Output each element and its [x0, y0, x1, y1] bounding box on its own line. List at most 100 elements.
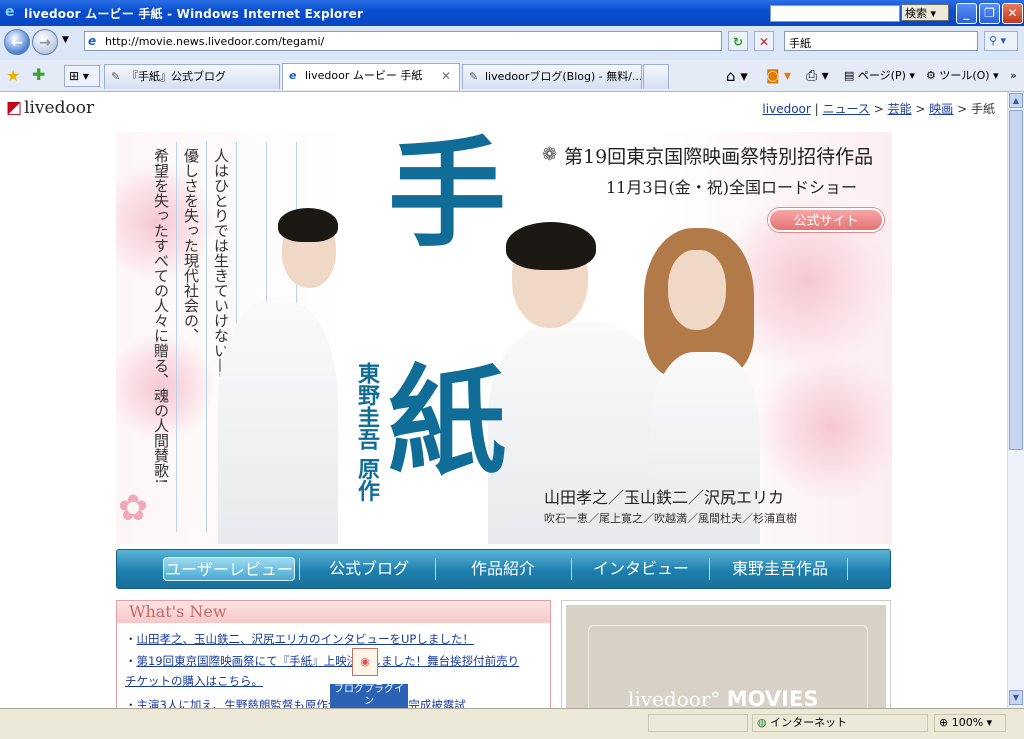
breadcrumb: livedoor | ニュース > 芸能 > 映画 > 手紙: [762, 100, 995, 117]
scroll-thumb[interactable]: [1009, 110, 1023, 450]
status-segment: [648, 714, 748, 732]
news-link[interactable]: 第19回東京国際映画祭にて『手紙』上映決定しました！舞台挨拶付前売り: [137, 654, 520, 668]
feeds-icon[interactable]: ◙ ▾: [766, 66, 791, 86]
refresh-button[interactable]: ↻: [728, 31, 748, 51]
window-title: livedoor ムービー 手紙 - Windows Internet Expl…: [24, 7, 364, 21]
movies-logo: livedoor° MOVIES: [628, 687, 818, 708]
nav-separator: [571, 558, 572, 580]
forward-button[interactable]: →: [32, 29, 58, 55]
tab-livedoor-movie[interactable]: e livedoor ムービー 手紙 ✕: [282, 63, 460, 90]
tab-close-icon[interactable]: ✕: [441, 64, 451, 88]
history-dropdown-icon[interactable]: ▼: [62, 35, 69, 45]
status-text: [4, 714, 644, 732]
livedoor-logo[interactable]: ◩ livedoor: [6, 98, 94, 118]
zoom-icon: ⊕: [939, 716, 949, 729]
back-button[interactable]: ←: [4, 29, 30, 55]
scroll-up-icon[interactable]: ▲: [1009, 93, 1023, 108]
nav-film-intro[interactable]: 作品紹介: [443, 557, 563, 581]
breadcrumb-current: 手紙: [970, 102, 995, 116]
tiff-emblem-icon: ❁: [542, 144, 558, 165]
breadcrumb-movies[interactable]: 映画: [929, 102, 953, 116]
scroll-down-icon[interactable]: ▼: [1009, 690, 1023, 705]
stop-button[interactable]: ✕: [754, 31, 774, 51]
tools-menu-label: ツール(O): [939, 69, 990, 82]
breadcrumb-separator: >: [911, 102, 930, 116]
search-input[interactable]: 手紙: [784, 31, 978, 51]
livedoor-logo-mark-icon: ◩: [6, 98, 23, 118]
new-tab-button[interactable]: [643, 64, 669, 89]
breadcrumb-separator: >: [953, 102, 971, 116]
favorites-star-icon[interactable]: ★: [6, 66, 20, 85]
movies-logo-text: livedoor: [628, 687, 711, 708]
actor-2-hair: [506, 222, 596, 270]
poster-title-kami: 紙: [388, 352, 507, 491]
home-icon[interactable]: ⌂ ▾: [726, 66, 748, 86]
page-content: ◩ livedoor livedoor | ニュース > 芸能 > 映画 > 手紙…: [0, 92, 1007, 708]
official-site-button[interactable]: 公式サイト: [768, 208, 884, 232]
actor-1-hair: [278, 208, 338, 242]
nav-user-review[interactable]: ユーザーレビュー: [163, 557, 295, 581]
nav-separator: [709, 558, 710, 580]
zoom-control[interactable]: ⊕ 100% ▾: [934, 714, 1006, 732]
release-date: 11月3日(金・祝)全国ロードショー: [606, 178, 858, 197]
live-search-button[interactable]: 検索 ▾: [901, 4, 949, 21]
page-menu-label: ページ(P): [857, 69, 906, 82]
page-menu[interactable]: ▤ ページ(P) ▾: [844, 66, 915, 86]
breadcrumb-entertainment[interactable]: 芸能: [888, 102, 912, 116]
actor-3-face: [668, 250, 726, 330]
security-zone[interactable]: ◍ インターネット: [752, 714, 928, 732]
tab-label: 『手紙』公式ブログ: [127, 70, 226, 83]
nav-interview[interactable]: インタビュー: [579, 557, 703, 581]
movie-poster: ✿ 人はひとりでは生きていけない——。 優しさを失った現代社会の、 希望を失った…: [116, 132, 892, 544]
nav-separator: [847, 558, 848, 580]
ie-logo-icon: e: [5, 4, 15, 20]
breadcrumb-separator: >: [869, 102, 888, 116]
nav-separator: [299, 558, 300, 580]
zone-label: インターネット: [770, 716, 848, 729]
window-title-bar[interactable]: e livedoor ムービー 手紙 - Windows Internet Ex…: [0, 0, 1024, 26]
print-icon[interactable]: ⎙ ▾: [806, 66, 829, 86]
tab-bar: ★ ✚ ⊞ ▾ ✎ 『手紙』公式ブログ e livedoor ムービー 手紙 ✕…: [0, 60, 1024, 92]
breadcrumb-news[interactable]: ニュース: [822, 102, 869, 116]
logo-text: livedoor: [24, 98, 95, 118]
blog-plugin-icon: ◉: [352, 648, 378, 676]
supporting-cast: 吹石一恵／尾上寛之／吹越満／風間杜夫／杉浦直樹: [544, 512, 797, 525]
actor-1-figure: [218, 302, 338, 544]
poster-author: 東野圭吾 原作: [354, 362, 380, 502]
news-link[interactable]: チケットの購入はこちら。: [125, 674, 263, 688]
quick-tabs-button[interactable]: ⊞ ▾: [64, 65, 100, 87]
news-item: チケットの購入はこちら。: [125, 673, 263, 689]
tagline-3: 希望を失ったすべての人々に贈る、魂の人間賛歌!: [152, 148, 170, 485]
search-value: 手紙: [789, 37, 811, 50]
zoom-value: 100%: [951, 716, 984, 729]
nav-higashino-works[interactable]: 東野圭吾作品: [717, 557, 843, 581]
news-link[interactable]: 山田孝之、玉山鉄二、沢尻エリカのインタビューをUPしました！: [137, 632, 474, 646]
tagline-2: 優しさを失った現代社会の、: [182, 148, 200, 343]
page-favicon-icon: e: [88, 34, 97, 48]
breadcrumb-separator: |: [810, 102, 823, 116]
live-search-input[interactable]: [770, 5, 900, 22]
sakura-flower-icon: ✿: [118, 488, 149, 529]
tab-livedoor-blog[interactable]: ✎ livedoorブログ(Blog) - 無料/...: [462, 64, 642, 89]
toolbar-overflow-icon[interactable]: »: [1010, 66, 1017, 86]
address-toolbar: ← → ▼ e http://movie.news.livedoor.com/t…: [0, 26, 1024, 61]
festival-text: 第19回東京国際映画祭特別招待作品: [564, 146, 874, 168]
add-favorites-icon[interactable]: ✚: [32, 65, 45, 84]
livedoor-movies-panel: livedoor° MOVIES: [561, 600, 891, 708]
tab-official-blog[interactable]: ✎ 『手紙』公式ブログ: [104, 64, 280, 89]
address-bar[interactable]: e http://movie.news.livedoor.com/tegami/…: [84, 31, 805, 51]
news-link[interactable]: 主演3人に加え、生野慈朗監督も原作企画も参加した完成披露試: [137, 698, 466, 708]
live-search-label: 検索: [905, 7, 927, 20]
close-button[interactable]: ✕: [1002, 3, 1023, 24]
tools-menu[interactable]: ⚙ ツール(O) ▾: [926, 66, 999, 86]
movies-banner[interactable]: livedoor° MOVIES: [566, 605, 886, 708]
maximize-button[interactable]: ❐: [979, 3, 1000, 24]
breadcrumb-livedoor[interactable]: livedoor: [762, 102, 810, 116]
minimize-button[interactable]: _: [956, 3, 977, 24]
tab-label: livedoorブログ(Blog) - 無料/...: [485, 70, 642, 83]
vertical-scrollbar[interactable]: ▲ ▼: [1007, 92, 1024, 708]
search-go-button[interactable]: ⚲ ▾: [984, 31, 1018, 51]
blog-plugin-widget[interactable]: ◉ ブログプラグイン: [330, 648, 408, 708]
nav-official-blog[interactable]: 公式ブログ: [309, 557, 429, 581]
blog-plugin-label: ブログプラグイン: [330, 684, 408, 708]
